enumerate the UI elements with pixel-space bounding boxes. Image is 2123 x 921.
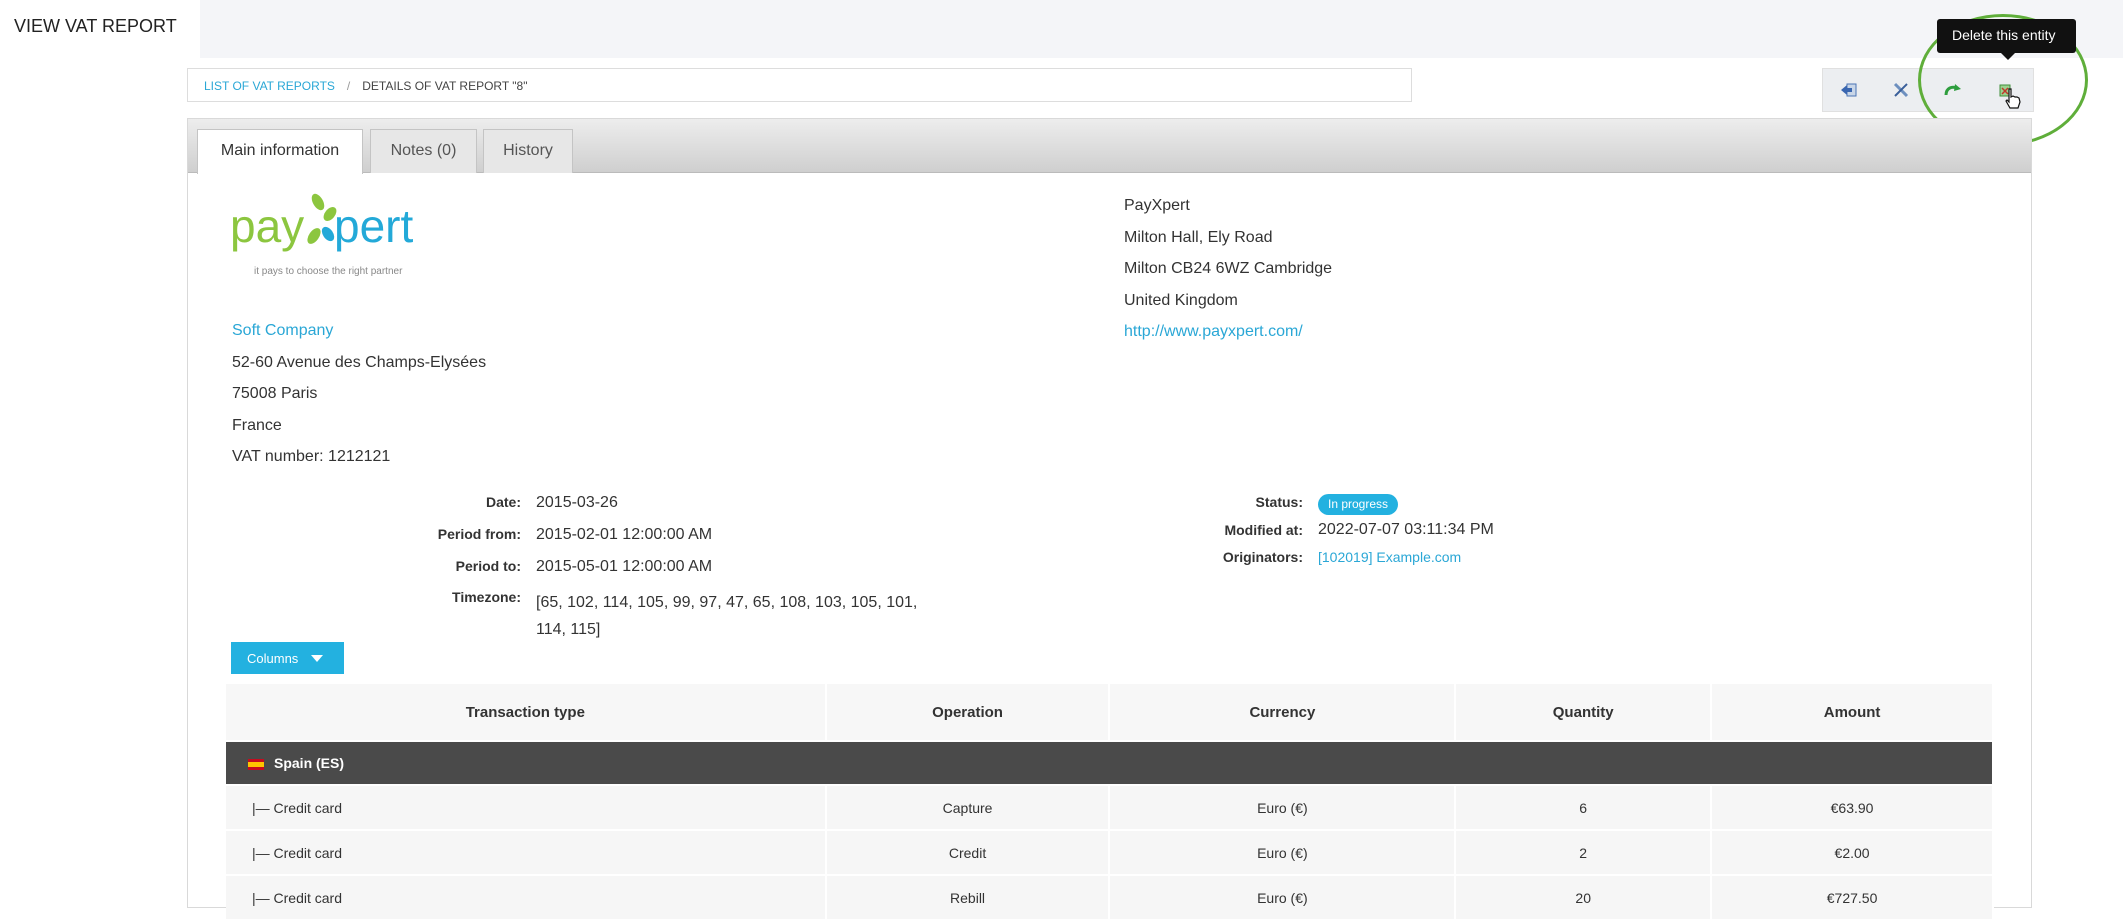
originators-label: Originators: (1222, 549, 1303, 565)
table-row: |— Credit card Rebill Euro (€) 20 €727.5… (226, 875, 1994, 921)
breadcrumb-link-vat-reports[interactable]: LIST OF VAT REPORTS (204, 79, 335, 93)
period-from-label: Period from: (437, 526, 521, 542)
company-address: PayXpert Milton Hall, Ely Road Milton CB… (1124, 190, 1332, 348)
breadcrumb: LIST OF VAT REPORTS / DETAILS OF VAT REPOR… (187, 68, 1412, 102)
page-title: VIEW VAT REPORT (0, 0, 200, 58)
svg-text:it pays to choose the right pa: it pays to choose the right partner (254, 266, 403, 277)
back-icon (1841, 83, 1857, 97)
columns-button-label: Columns (247, 651, 299, 666)
modified-value: 2022-07-07 03:11:34 PM (1318, 521, 1494, 538)
customer-address: Soft Company 52-60 Avenue des Champs-Ely… (232, 315, 486, 473)
timezone-value-line2: 114, 115] (536, 621, 601, 638)
timezone-value-line1: [65, 102, 114, 105, 99, 97, 47, 65, 108,… (536, 594, 918, 611)
company-name: PayXpert (1124, 197, 1190, 214)
company-city: Milton CB24 6WZ Cambridge (1124, 260, 1333, 277)
cell-amount: €727.50 (1711, 875, 1994, 921)
tab-history[interactable]: History (483, 129, 573, 173)
timezone-value: [65, 102, 114, 105, 99, 97, 47, 65, 108,… (536, 589, 917, 643)
cell-currency: Euro (€) (1109, 830, 1457, 876)
svg-text:pert: pert (334, 200, 413, 252)
cell-quantity: 6 (1455, 785, 1713, 831)
payxpert-logo: pay pert it pays to choose the right par… (230, 193, 413, 277)
hand-cursor-icon (2005, 88, 2021, 109)
status-badge: In progress (1318, 494, 1398, 515)
cell-currency: Euro (€) (1109, 875, 1457, 921)
table-header-row: Transaction type Operation Currency Quan… (226, 684, 1994, 742)
spain-flag-icon (248, 758, 264, 770)
cell-transaction-type: |— Credit card (226, 875, 827, 921)
cell-amount: €2.00 (1711, 830, 1994, 876)
tab-main-information[interactable]: Main information (197, 129, 363, 174)
period-from-value: 2015-02-01 12:00:00 AM (536, 526, 713, 543)
tab-bar: Main information Notes (0) History (188, 119, 2031, 174)
modified-label: Modified at: (1224, 522, 1303, 538)
column-header-transaction-type[interactable]: Transaction type (226, 684, 827, 742)
cell-transaction-type: |— Credit card (226, 830, 827, 876)
date-value: 2015-03-26 (536, 494, 618, 511)
cell-quantity: 20 (1455, 875, 1713, 921)
timezone-label: Timezone: (452, 589, 521, 605)
caret-down-icon (311, 655, 323, 662)
table-row: |— Credit card Capture Euro (€) 6 €63.90 (226, 785, 1994, 831)
customer-country: France (232, 416, 282, 434)
customer-vat: VAT number: 1212121 (232, 448, 391, 465)
top-bar (0, 0, 2123, 58)
column-header-operation[interactable]: Operation (825, 684, 1111, 742)
cell-transaction-type: |— Credit card (226, 785, 827, 831)
breadcrumb-separator: / (346, 79, 351, 93)
column-header-currency[interactable]: Currency (1109, 684, 1457, 742)
vat-table: Transaction type Operation Currency Quan… (226, 684, 1994, 921)
customer-name-link[interactable]: Soft Company (232, 322, 333, 339)
table-group-row: Spain (ES) (226, 741, 1994, 786)
customer-city: 75008 Paris (232, 385, 318, 402)
period-to-label: Period to: (455, 558, 521, 574)
column-header-quantity[interactable]: Quantity (1455, 684, 1713, 742)
group-label: Spain (ES) (274, 755, 345, 771)
tools-icon (1893, 82, 1909, 98)
period-to-value: 2015-05-01 12:00:00 AM (536, 558, 713, 575)
cell-currency: Euro (€) (1109, 785, 1457, 831)
cell-operation: Rebill (825, 875, 1111, 921)
originators-link[interactable]: [102019] Example.com (1318, 549, 1461, 565)
back-button[interactable] (1823, 69, 1875, 111)
status-label: Status: (1255, 494, 1303, 510)
date-label: Date: (485, 494, 521, 510)
company-country: United Kingdom (1124, 291, 1238, 309)
company-street: Milton Hall, Ely Road (1124, 228, 1273, 246)
company-url-link[interactable]: http://www.payxpert.com/ (1124, 323, 1303, 340)
customer-street: 52-60 Avenue des Champs-Elysées (232, 353, 487, 371)
table-row: |— Credit card Credit Euro (€) 2 €2.00 (226, 830, 1994, 876)
columns-button[interactable]: Columns (231, 642, 344, 674)
svg-text:pay: pay (230, 200, 304, 252)
breadcrumb-current: DETAILS OF VAT REPORT "8" (362, 79, 528, 93)
delete-tooltip: Delete this entity (1937, 19, 2076, 60)
cell-operation: Capture (825, 785, 1111, 831)
cell-quantity: 2 (1455, 830, 1713, 876)
column-header-amount[interactable]: Amount (1711, 684, 1994, 742)
cell-operation: Credit (825, 830, 1111, 876)
tab-notes[interactable]: Notes (0) (370, 129, 477, 173)
cell-amount: €63.90 (1711, 785, 1994, 831)
